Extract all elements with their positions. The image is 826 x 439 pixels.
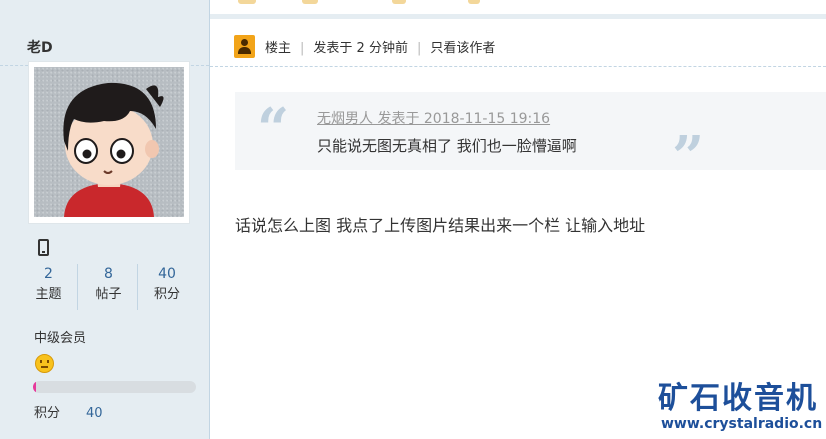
points-value: 40: [86, 406, 103, 421]
watermark-logo-text: 矿石收音机: [658, 381, 818, 416]
stat-label: 帖子: [95, 287, 122, 302]
author-name[interactable]: 老D: [27, 37, 53, 57]
stat-label: 主题: [35, 287, 62, 302]
stat-threads[interactable]: 2 主题: [20, 264, 78, 310]
stat-value: 40: [158, 266, 176, 282]
op-label: 楼主: [265, 41, 292, 56]
points-label: 积分: [34, 406, 61, 421]
quote-text: 只能说无图无真相了 我们也一脸懵逼啊: [317, 137, 577, 155]
section-rule: [210, 14, 826, 19]
stat-value: 8: [104, 266, 113, 282]
smiley-icon: [35, 354, 54, 373]
avatar-cartoon-boy: [63, 82, 164, 217]
stat-value: 2: [44, 266, 53, 282]
quote-block: “ 无烟男人 发表于 2018-11-15 19:16 只能说无图无真相了 我们…: [235, 92, 826, 190]
top-strip: [0, 0, 826, 20]
points-row: 积分 40: [34, 402, 103, 421]
watermark-url: www.crystalradio.cn: [661, 416, 823, 432]
quote-close-mark: ”: [672, 124, 705, 190]
mobile-phone-icon: [38, 239, 49, 256]
avatar[interactable]: [28, 61, 190, 224]
author-stats: 2 主题 8 帖子 40 积分: [20, 264, 196, 310]
post-content: 话说怎么上图 我点了上传图片结果出来一个栏 让输入地址: [235, 216, 646, 235]
cropped-element: [302, 0, 318, 4]
quote-source-link[interactable]: 无烟男人 发表于 2018-11-15 19:16: [317, 108, 550, 128]
quote-open-mark: “: [257, 96, 290, 162]
post-meta: 楼主 | 发表于 2 分钟前 | 只看该作者: [265, 37, 495, 56]
only-author-link[interactable]: 只看该作者: [430, 41, 495, 56]
divider: |: [300, 41, 305, 56]
stat-points[interactable]: 40 积分: [138, 264, 196, 310]
author-row: 老D: [0, 20, 209, 66]
stat-label: 积分: [153, 287, 180, 302]
avatar-image: [34, 67, 184, 217]
stat-posts[interactable]: 8 帖子: [80, 264, 138, 310]
cropped-element: [468, 0, 480, 4]
cropped-element: [392, 0, 406, 4]
sidebar-top-strip: [0, 0, 210, 20]
post-time: 发表于 2 分钟前: [313, 41, 408, 56]
level-progress-bar: [33, 381, 196, 393]
thread-starter-icon: [234, 35, 255, 58]
divider: |: [416, 41, 422, 56]
post-header: 楼主 | 发表于 2 分钟前 | 只看该作者: [210, 20, 826, 67]
member-level[interactable]: 中级会员: [34, 327, 86, 346]
cropped-element: [238, 0, 256, 4]
